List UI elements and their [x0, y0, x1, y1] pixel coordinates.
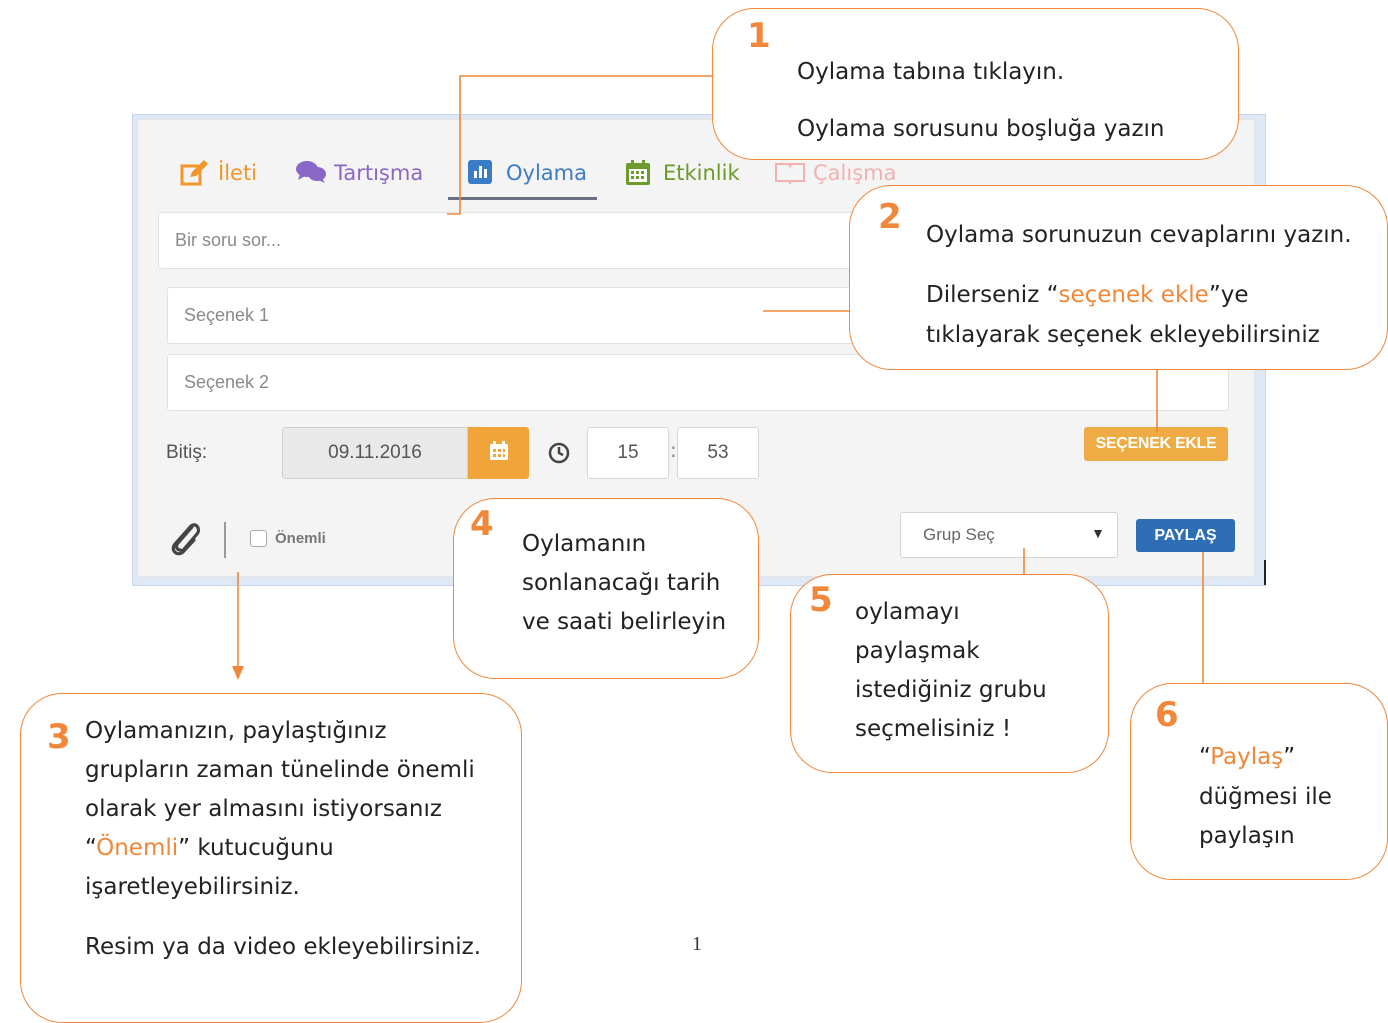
- callout-text: Oylamanızın, paylaştığınız: [85, 718, 387, 744]
- page-number: 1: [692, 933, 702, 955]
- time-separator: :: [670, 438, 677, 462]
- important-checkbox-wrap[interactable]: Önemli: [250, 530, 326, 547]
- book-icon: [775, 160, 805, 186]
- end-hour-input[interactable]: 15: [587, 427, 669, 479]
- callout-text: Oylamanın: [522, 531, 647, 557]
- callout-text: sonlanacağı tarih: [522, 570, 721, 596]
- end-date-value: 09.11.2016: [328, 442, 422, 463]
- tab-label: İleti: [218, 161, 258, 185]
- callout-text: seçmelisiniz !: [855, 716, 1012, 742]
- callout-3: 3 Oylamanızın, paylaştığınız grupların z…: [20, 693, 522, 1023]
- callout-text: Oylama sorunuzun cevaplarını yazın.: [926, 222, 1352, 248]
- callout-text: olarak yer almasını istiyorsanız: [85, 796, 442, 822]
- text-part: “: [85, 835, 97, 861]
- text-part: “: [1199, 744, 1211, 770]
- comments-icon: [296, 160, 326, 186]
- option-placeholder: Seçenek 1: [184, 305, 270, 325]
- tab-tartisma[interactable]: Tartışma: [296, 150, 423, 196]
- step-number: 6: [1155, 695, 1179, 735]
- callout-text: Oylama tabına tıklayın.: [797, 59, 1065, 85]
- tab-label: Etkinlik: [663, 161, 740, 185]
- callout-text: paylaşmak: [855, 638, 980, 664]
- end-minute-value: 53: [707, 442, 729, 463]
- step-number: 1: [747, 16, 771, 56]
- callout-text: Dilerseniz “seçenek ekle”ye: [926, 276, 1249, 315]
- highlight-text: Paylaş: [1210, 744, 1284, 770]
- step-number: 3: [47, 717, 71, 757]
- bar-chart-icon: [468, 159, 496, 186]
- callout-1: 1 Oylama tabına tıklayın. Oylama sorusun…: [712, 8, 1239, 160]
- callout-text: işaretleyebilirsiniz.: [85, 874, 300, 900]
- share-button[interactable]: PAYLAŞ: [1136, 519, 1235, 552]
- tab-label: Tartışma: [334, 161, 424, 185]
- caret-down-icon: ▼: [1091, 525, 1105, 541]
- callout-text: paylaşın: [1199, 823, 1295, 849]
- group-select[interactable]: Grup Seç ▼: [900, 512, 1118, 558]
- step-number: 4: [470, 504, 494, 544]
- callout-4: 4 Oylamanın sonlanacağı tarih ve saati b…: [453, 498, 759, 679]
- text-part: Dilerseniz “: [926, 282, 1059, 308]
- callout-5: 5 oylamayı paylaşmak istediğiniz grubu s…: [790, 574, 1109, 773]
- callout-2: 2 Oylama sorunuzun cevaplarını yazın. Di…: [849, 185, 1388, 370]
- callout-text: grupların zaman tünelinde önemli: [85, 757, 475, 783]
- callout-6: 6 “Paylaş” düğmesi ile paylaşın: [1130, 683, 1388, 880]
- group-select-value: Grup Seç: [923, 525, 995, 544]
- callout-text: Oylama sorusunu boşluğa yazın: [797, 116, 1165, 142]
- tab-oylama[interactable]: Oylama: [448, 150, 597, 200]
- divider: [224, 522, 226, 558]
- callout-text: Resim ya da video ekleyebilirsiniz.: [85, 934, 482, 960]
- important-checkbox[interactable]: [250, 530, 267, 547]
- option-placeholder: Seçenek 2: [184, 372, 270, 392]
- question-placeholder: Bir soru sor...: [175, 230, 282, 250]
- callout-text: istediğiniz grubu: [855, 677, 1047, 703]
- clock-icon: [548, 442, 570, 464]
- text-part: ”ye: [1208, 282, 1249, 308]
- end-label: Bitiş:: [166, 442, 208, 463]
- end-date-field[interactable]: 09.11.2016: [282, 427, 468, 479]
- tab-ileti[interactable]: İleti: [180, 150, 257, 196]
- callout-text: “Paylaş”: [1199, 738, 1295, 777]
- edit-icon: [180, 160, 208, 186]
- calendar-icon: [625, 160, 653, 186]
- callout-text: düğmesi ile: [1199, 784, 1332, 810]
- tab-label: Oylama: [506, 160, 587, 185]
- callout-text: oylamayı: [855, 599, 960, 625]
- tab-etkinlik[interactable]: Etkinlik: [625, 150, 740, 196]
- step-number: 2: [878, 197, 902, 237]
- callout-text: ve saati belirleyin: [522, 609, 727, 635]
- text-part: ”: [1283, 744, 1296, 770]
- paperclip-icon[interactable]: [166, 517, 202, 557]
- date-picker-button[interactable]: [468, 427, 529, 479]
- highlight-text: seçenek ekle: [1058, 282, 1209, 308]
- step-number: 5: [809, 580, 833, 620]
- tab-label: Çalışma: [813, 161, 897, 185]
- end-hour-value: 15: [617, 442, 639, 463]
- calendar-icon: [489, 441, 509, 465]
- highlight-text: Önemli: [96, 835, 179, 861]
- end-minute-input[interactable]: 53: [677, 427, 759, 479]
- important-label: Önemli: [275, 530, 326, 547]
- add-option-button[interactable]: SEÇENEK EKLE: [1084, 427, 1228, 461]
- callout-text: tıklayarak seçenek ekleyebilirsiniz: [926, 322, 1320, 348]
- text-part: ” kutucuğunu: [178, 835, 334, 861]
- callout-text: “Önemli” kutucuğunu: [85, 829, 334, 868]
